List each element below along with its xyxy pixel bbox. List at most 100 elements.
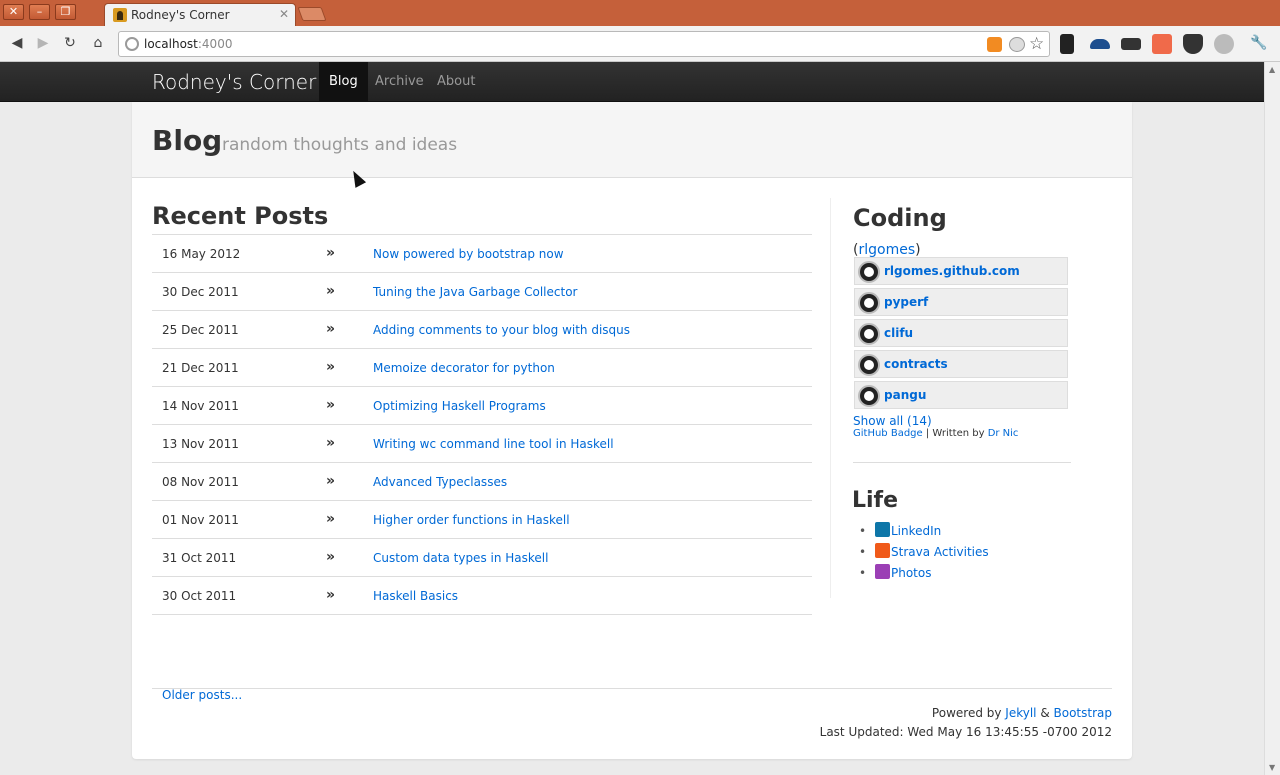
post-date: 13 Nov 2011 — [162, 437, 239, 451]
post-link[interactable]: Memoize decorator for python — [373, 361, 555, 375]
github-octocat-icon — [858, 261, 880, 283]
cloud-extension-icon[interactable] — [1090, 39, 1110, 49]
post-row: 30 Oct 2011 » Haskell Basics — [152, 577, 812, 615]
life-link-label[interactable]: LinkedIn — [891, 524, 941, 538]
post-date: 31 Oct 2011 — [162, 551, 237, 565]
scroll-down-icon[interactable]: ▼ — [1269, 763, 1275, 772]
disguise-extension-icon[interactable] — [1121, 38, 1141, 50]
post-link[interactable]: Optimizing Haskell Programs — [373, 399, 546, 413]
jekyll-link[interactable]: Jekyll — [1005, 706, 1036, 720]
page-scrollbar[interactable]: ▲ ▼ — [1264, 62, 1280, 775]
github-octocat-icon — [858, 354, 880, 376]
page-subtitle: random thoughts and ideas — [222, 135, 458, 155]
footer-last-updated: Last Updated: Wed May 16 13:45:55 -0700 … — [819, 725, 1112, 739]
footer-powered-by: Powered by Jekyll & Bootstrap — [931, 706, 1112, 720]
browser-tab[interactable]: Rodney's Corner ✕ — [104, 3, 296, 27]
github-repo-item[interactable]: pyperf — [854, 288, 1068, 316]
life-link-item[interactable]: Photos — [859, 564, 989, 585]
raquo-separator: » — [326, 359, 336, 375]
wrench-icon[interactable]: 🔧 — [1250, 35, 1267, 51]
nav-blog[interactable]: Blog — [319, 62, 368, 102]
github-octocat-icon — [858, 323, 880, 345]
raquo-separator: » — [326, 435, 336, 451]
post-row: 14 Nov 2011 » Optimizing Haskell Programs — [152, 387, 812, 425]
post-link[interactable]: Writing wc command line tool in Haskell — [373, 437, 614, 451]
author-link[interactable]: Dr Nic — [988, 428, 1019, 439]
post-date: 01 Nov 2011 — [162, 513, 239, 527]
nav-about[interactable]: About — [427, 62, 485, 102]
older-posts-link[interactable]: Older posts... — [162, 688, 242, 702]
new-tab-button[interactable] — [297, 7, 327, 21]
restore-window-icon[interactable]: ❐ — [55, 4, 76, 20]
nav-archive[interactable]: Archive — [365, 62, 434, 102]
address-bar[interactable]: localhost:4000 ☆ — [118, 31, 1050, 57]
footer-divider — [152, 688, 1112, 689]
life-link-item[interactable]: Strava Activities — [859, 543, 989, 564]
post-row: 30 Dec 2011 » Tuning the Java Garbage Coll… — [152, 273, 812, 311]
badge-credit: GitHub Badge | Written by Dr Nic — [853, 428, 1019, 439]
post-date: 25 Dec 2011 — [162, 323, 239, 337]
tab-title: Rodney's Corner — [131, 8, 230, 22]
back-icon[interactable]: ◀ — [9, 35, 25, 51]
pocket-extension-icon[interactable] — [1183, 34, 1203, 54]
bootstrap-link[interactable]: Bootstrap — [1054, 706, 1112, 720]
forward-icon[interactable]: ▶ — [35, 35, 51, 51]
github-repo-item[interactable]: rlgomes.github.com — [854, 257, 1068, 285]
post-row: 31 Oct 2011 » Custom data types in Haskell — [152, 539, 812, 577]
reddit-icon[interactable] — [1009, 37, 1025, 52]
github-repo-item[interactable]: clifu — [854, 319, 1068, 347]
mobile-extension-icon[interactable] — [1060, 34, 1074, 54]
life-link-label[interactable]: Strava Activities — [891, 545, 989, 559]
github-user: (rlgomes) — [853, 242, 921, 258]
post-date: 16 May 2012 — [162, 247, 241, 261]
tab-close-icon[interactable]: ✕ — [279, 7, 289, 21]
github-repo-item[interactable]: contracts — [854, 350, 1068, 378]
post-link[interactable]: Now powered by bootstrap now — [373, 247, 564, 261]
github-repo-link[interactable]: contracts — [884, 357, 948, 371]
window-titlebar: ✕ – ❐ Rodney's Corner ✕ — [0, 0, 1280, 27]
raquo-separator: » — [326, 473, 336, 489]
site-brand[interactable]: Rodney's Corner — [152, 70, 316, 94]
github-repo-item[interactable]: pangu — [854, 381, 1068, 409]
post-row: 25 Dec 2011 » Adding comments to your blog… — [152, 311, 812, 349]
post-link[interactable]: Adding comments to your blog with disqus — [373, 323, 630, 337]
github-user-link[interactable]: rlgomes — [858, 242, 915, 258]
github-octocat-icon — [858, 385, 880, 407]
post-link[interactable]: Advanced Typeclasses — [373, 475, 507, 489]
raquo-separator: » — [326, 245, 336, 261]
post-link[interactable]: Tuning the Java Garbage Collector — [373, 285, 577, 299]
recent-posts-table: 16 May 2012 » Now powered by bootstrap now… — [152, 234, 812, 615]
life-link-label[interactable]: Photos — [891, 566, 931, 580]
post-row: 16 May 2012 » Now powered by bootstrap now — [152, 235, 812, 273]
post-date: 14 Nov 2011 — [162, 399, 239, 413]
post-link[interactable]: Custom data types in Haskell — [373, 551, 548, 565]
github-repo-link[interactable]: clifu — [884, 326, 913, 340]
page-viewport: Rodney's Corner Blog Archive About Blog … — [0, 62, 1264, 775]
github-repo-link[interactable]: pangu — [884, 388, 926, 402]
site-navbar: Rodney's Corner Blog Archive About — [0, 62, 1264, 102]
strava-icon — [875, 543, 890, 558]
globe-extension-icon[interactable] — [1214, 34, 1234, 54]
minimize-window-icon[interactable]: – — [29, 4, 50, 20]
page-info-icon[interactable] — [125, 37, 139, 51]
plus-extension-icon[interactable] — [1152, 34, 1172, 54]
close-window-icon[interactable]: ✕ — [3, 4, 24, 20]
browser-toolbar: ◀ ▶ ↻ ⌂ localhost:4000 ☆ 🔧 — [0, 26, 1280, 62]
show-all-repos-link[interactable]: Show all (14) — [853, 414, 932, 428]
bookmark-star-icon[interactable]: ☆ — [1029, 34, 1044, 54]
page-header: Blog random thoughts and ideas — [132, 102, 1132, 178]
post-link[interactable]: Haskell Basics — [373, 589, 458, 603]
rss-icon[interactable] — [987, 37, 1002, 52]
recent-posts-heading: Recent Posts — [152, 202, 329, 230]
github-repo-link[interactable]: pyperf — [884, 295, 928, 309]
scroll-up-icon[interactable]: ▲ — [1269, 65, 1275, 74]
github-repo-link[interactable]: rlgomes.github.com — [884, 264, 1020, 278]
reload-icon[interactable]: ↻ — [62, 35, 78, 51]
raquo-separator: » — [326, 321, 336, 337]
sidebar-divider — [853, 462, 1071, 463]
post-link[interactable]: Higher order functions in Haskell — [373, 513, 570, 527]
github-badge-link[interactable]: GitHub Badge — [853, 428, 923, 439]
life-link-item[interactable]: LinkedIn — [859, 522, 989, 543]
site-favicon-icon — [113, 8, 127, 22]
home-icon[interactable]: ⌂ — [90, 35, 106, 51]
